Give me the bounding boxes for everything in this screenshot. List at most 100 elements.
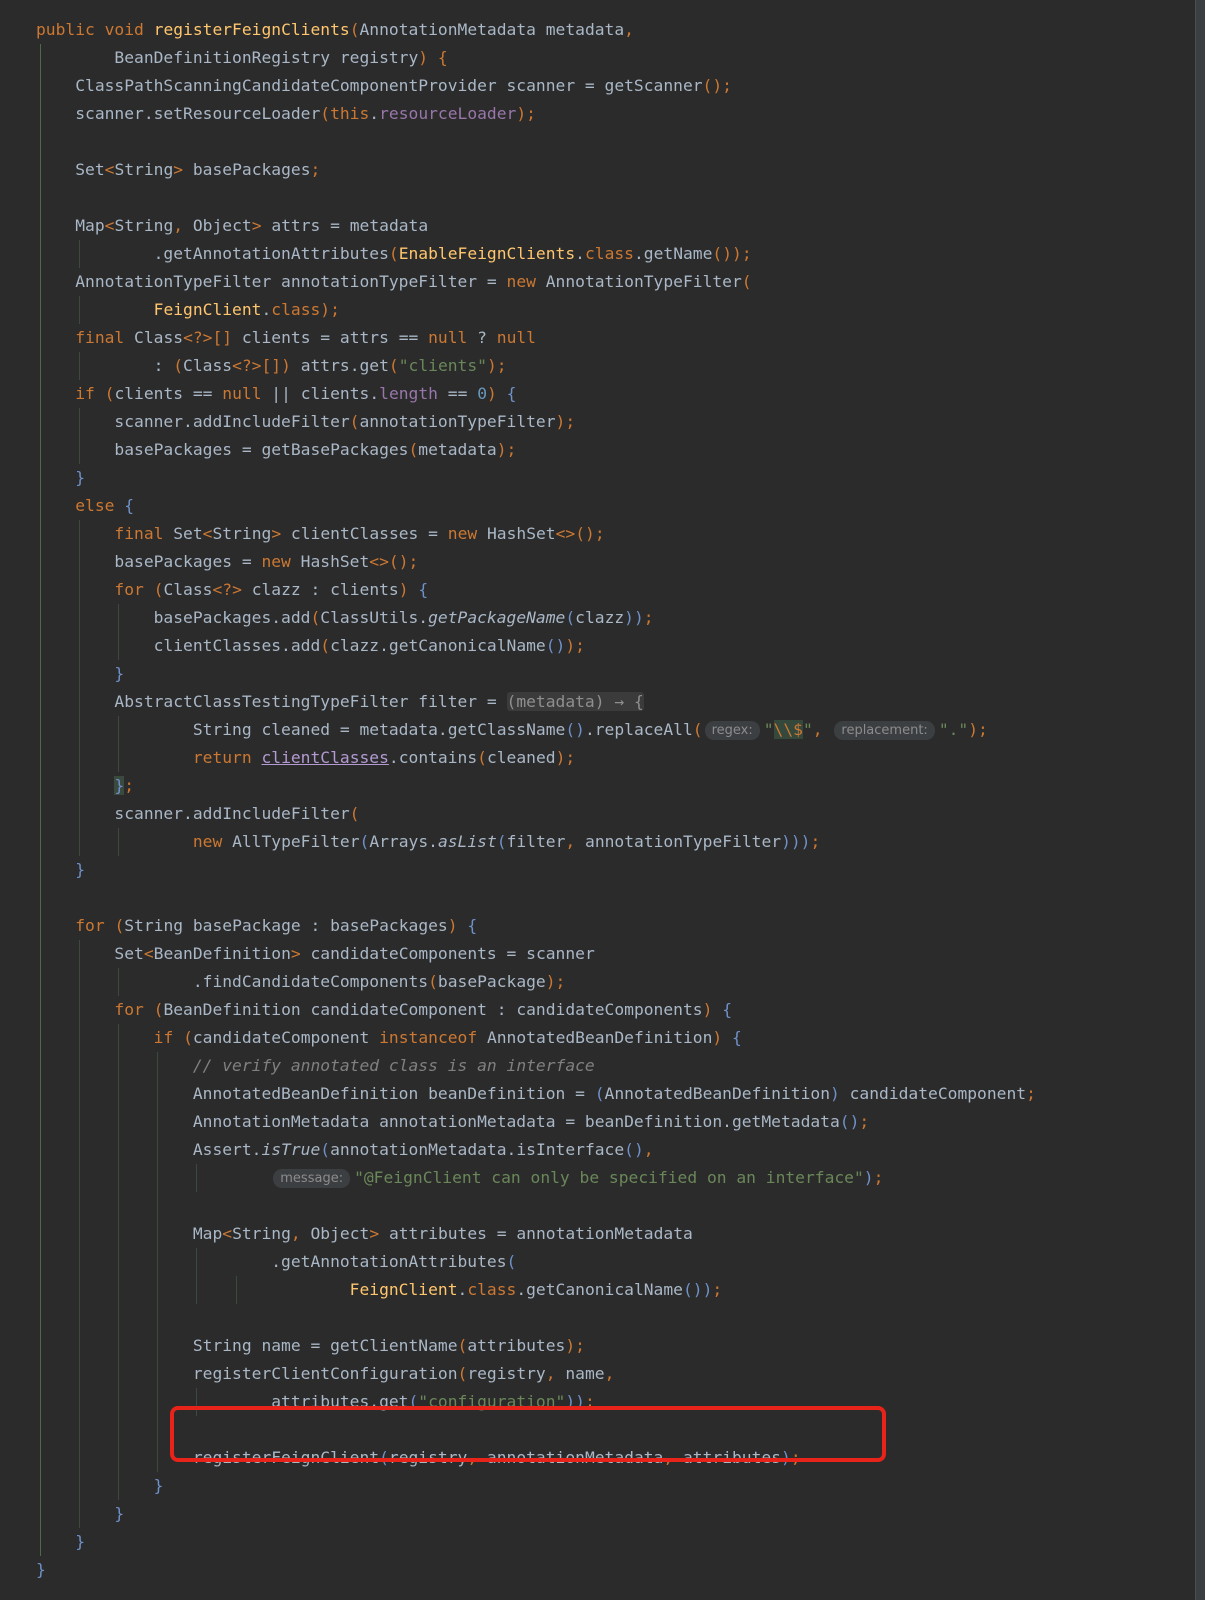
code-line[interactable]: } — [36, 1556, 1036, 1584]
code-token: ClassPathScanningCandidateComponentProvi… — [36, 76, 703, 95]
code-line[interactable]: final Set<String> clientClasses = new Ha… — [36, 520, 1036, 548]
code-token: attrs.get — [290, 356, 389, 375]
code-token: scanner.addIncludeFilter — [36, 412, 350, 431]
code-line[interactable]: for (Class<?> clazz : clients) { — [36, 576, 1036, 604]
code-line[interactable]: scanner.setResourceLoader(this.resourceL… — [36, 100, 1036, 128]
code-line[interactable]: } — [36, 1528, 1036, 1556]
code-token: )) — [624, 608, 644, 627]
code-token: candidateComponents = scanner — [300, 944, 595, 963]
code-line[interactable]: clientClasses.add(clazz.getCanonicalName… — [36, 632, 1036, 660]
code-token: attributes — [467, 1336, 566, 1355]
code-line[interactable]: final Class<?>[] clients = attrs == null… — [36, 324, 1036, 352]
editor-scrollbar[interactable] — [1195, 0, 1205, 1600]
code-line[interactable]: } — [36, 464, 1036, 492]
code-line[interactable]: basePackages.add(ClassUtils.getPackageNa… — [36, 604, 1036, 632]
code-token: ( — [506, 1252, 517, 1271]
code-token: null — [222, 384, 262, 403]
code-line[interactable]: AnnotatedBeanDefinition beanDefinition =… — [36, 1080, 1036, 1108]
code-line[interactable]: String cleaned = metadata.getClassName()… — [36, 716, 1036, 744]
code-line[interactable]: basePackages = getBasePackages(metadata)… — [36, 436, 1036, 464]
code-token: } — [75, 468, 86, 487]
code-token: Set — [36, 944, 144, 963]
code-line[interactable]: return clientClasses.contains(cleaned); — [36, 744, 1036, 772]
code-line[interactable]: } — [36, 660, 1036, 688]
code-token: ) — [863, 1168, 874, 1187]
code-token: ) — [702, 1280, 713, 1299]
code-line[interactable]: String name = getClientName(attributes); — [36, 1332, 1036, 1360]
code-line[interactable] — [36, 184, 1036, 212]
code-token: > — [369, 1224, 380, 1243]
code-token: } — [114, 664, 125, 683]
code-line[interactable]: BeanDefinitionRegistry registry) { — [36, 44, 1036, 72]
code-line[interactable]: : (Class<?>[]) attrs.get("clients"); — [36, 352, 1036, 380]
code-token: cleaned — [486, 748, 556, 767]
code-line[interactable]: // verify annotated class is an interfac… — [36, 1052, 1036, 1080]
code-token: new — [506, 272, 546, 291]
code-line[interactable]: Assert.isTrue(annotationMetadata.isInter… — [36, 1136, 1036, 1164]
code-line[interactable]: new AllTypeFilter(Arrays.asList(filter, … — [36, 828, 1036, 856]
code-line[interactable]: if (clients == null || clients.length ==… — [36, 380, 1036, 408]
code-token: isTrue — [261, 1140, 321, 1159]
code-token: ); — [320, 300, 340, 319]
code-token: class — [467, 1280, 517, 1299]
code-token: } — [153, 1476, 164, 1495]
code-line[interactable]: Set<String> basePackages; — [36, 156, 1036, 184]
code-token: \\$ — [773, 720, 803, 739]
code-line[interactable] — [36, 128, 1036, 156]
code-line[interactable] — [36, 1192, 1036, 1220]
code-line[interactable]: } — [36, 1472, 1036, 1500]
code-line[interactable]: .getAnnotationAttributes( — [36, 1248, 1036, 1276]
code-token: public void — [36, 20, 154, 39]
code-line[interactable]: public void registerFeignClients(Annotat… — [36, 16, 1036, 44]
code-token: == — [437, 384, 478, 403]
code-line[interactable]: message: "@FeignClient can only be specif… — [36, 1164, 1036, 1192]
code-area[interactable]: public void registerFeignClients(Annotat… — [36, 16, 1036, 1584]
code-token: > — [173, 160, 184, 179]
code-token: < — [202, 524, 213, 543]
code-line[interactable] — [36, 884, 1036, 912]
code-token: ); — [545, 972, 566, 991]
code-line[interactable]: AnnotationTypeFilter annotationTypeFilte… — [36, 268, 1036, 296]
code-line[interactable]: FeignClient.class.getCanonicalName()); — [36, 1276, 1036, 1304]
code-line[interactable]: basePackages = new HashSet<>(); — [36, 548, 1036, 576]
code-line[interactable]: ClassPathScanningCandidateComponentProvi… — [36, 72, 1036, 100]
code-line[interactable]: } — [36, 1500, 1036, 1528]
code-token: clazz.getCanonicalName — [330, 636, 546, 655]
code-line[interactable]: registerClientConfiguration(registry, na… — [36, 1360, 1036, 1388]
code-token: ( — [594, 1084, 605, 1103]
code-token: ( — [457, 1364, 468, 1383]
code-token: <?>[] — [232, 356, 282, 375]
code-line[interactable]: for (String basePackage : basePackages) … — [36, 912, 1036, 940]
code-line[interactable]: AnnotationMetadata annotationMetadata = … — [36, 1108, 1036, 1136]
code-line[interactable]: for (BeanDefinition candidateComponent :… — [36, 996, 1036, 1024]
code-token: clientClasses.add — [36, 636, 321, 655]
code-line[interactable]: scanner.addIncludeFilter(annotationTypeF… — [36, 408, 1036, 436]
code-line[interactable]: }; — [36, 772, 1036, 800]
code-line[interactable]: else { — [36, 492, 1036, 520]
code-line[interactable]: Map<String, Object> attributes = annotat… — [36, 1220, 1036, 1248]
code-line[interactable]: .getAnnotationAttributes(EnableFeignClie… — [36, 240, 1036, 268]
code-line[interactable]: } — [36, 856, 1036, 884]
code-editor[interactable]: public void registerFeignClients(Annotat… — [0, 0, 1195, 1600]
code-token: { — [467, 916, 478, 935]
code-line[interactable] — [36, 1304, 1036, 1332]
code-token: () — [839, 1112, 860, 1131]
code-token: clazz : clients — [241, 580, 399, 599]
code-line[interactable]: .findCandidateComponents(basePackage); — [36, 968, 1036, 996]
code-line[interactable]: Set<BeanDefinition> candidateComponents … — [36, 940, 1036, 968]
code-line[interactable]: if (candidateComponent instanceof Annota… — [36, 1024, 1036, 1052]
code-token: annotationTypeFilter — [359, 412, 556, 431]
code-line[interactable]: scanner.addIncludeFilter( — [36, 800, 1036, 828]
code-token: scanner.addIncludeFilter — [36, 804, 350, 823]
code-token: ( — [496, 832, 507, 851]
code-token: .getAnnotationAttributes — [36, 244, 389, 263]
code-line[interactable]: AbstractClassTestingTypeFilter filter = … — [36, 688, 1036, 716]
code-line[interactable]: Map<String, Object> attrs = metadata — [36, 212, 1036, 240]
code-token: this — [330, 104, 370, 123]
code-token: BeanDefinition — [153, 944, 291, 963]
code-line[interactable]: FeignClient.class); — [36, 296, 1036, 324]
code-token: EnableFeignClients — [398, 244, 576, 263]
